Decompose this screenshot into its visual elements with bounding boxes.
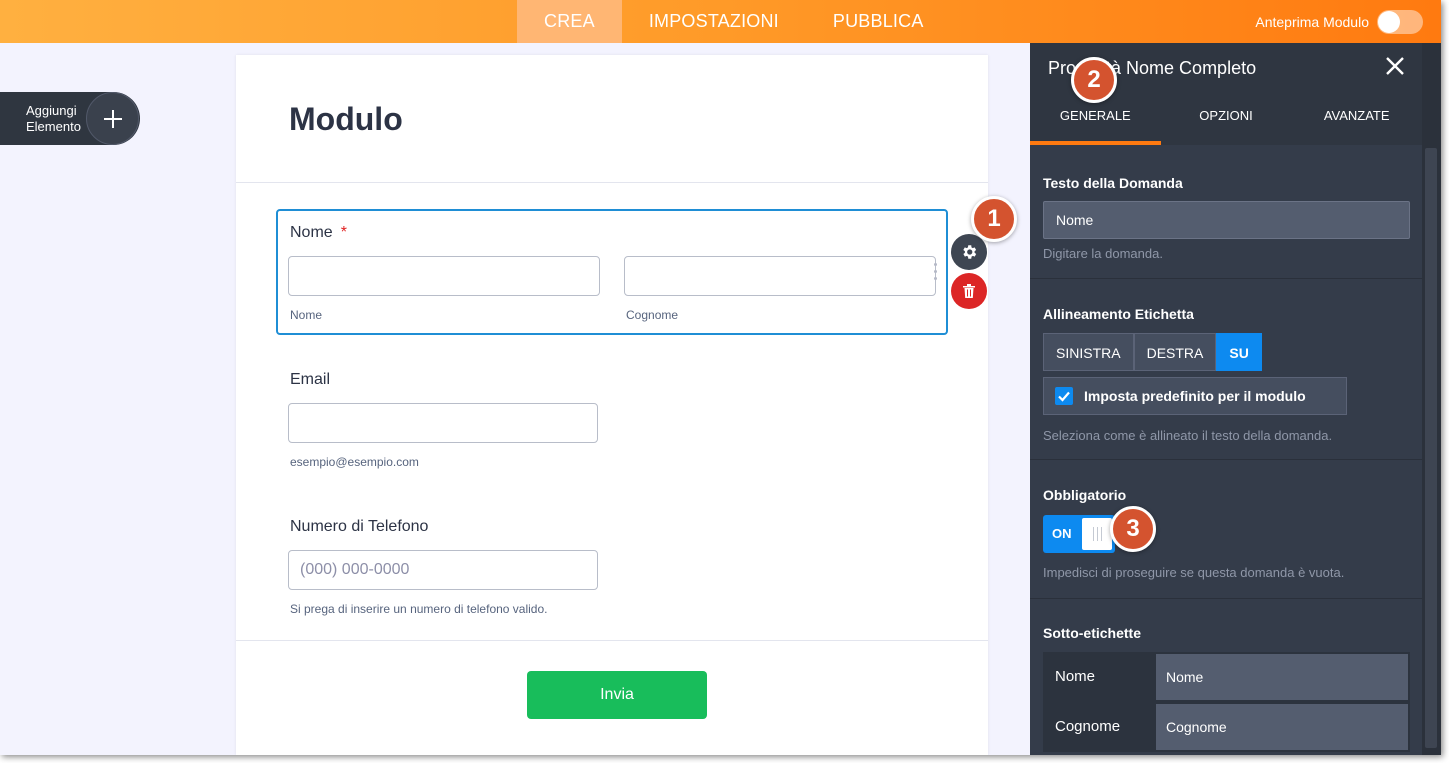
sublabels-table: Nome Nome Cognome Cognome	[1043, 652, 1410, 752]
form-card: Modulo Nome * Nome Cognome Email esempio@…	[236, 55, 988, 755]
default-alignment-label: Imposta predefinito per il modulo	[1084, 388, 1306, 404]
sublabels-section: Sotto-etichette Nome Nome Cognome Cognom…	[1030, 599, 1422, 755]
app-window: CREA IMPOSTAZIONI PUBBLICA Anteprima Mod…	[0, 0, 1441, 755]
panel-scrollbar[interactable]	[1422, 43, 1441, 755]
label-alignment-section: Allineamento Etichetta SINISTRA DESTRA S…	[1030, 279, 1422, 460]
toggle-knob	[1082, 518, 1112, 550]
add-element-label: Aggiungi Elemento	[26, 103, 81, 135]
submit-button[interactable]: Invia	[527, 671, 707, 719]
gear-icon[interactable]	[951, 234, 987, 270]
trash-icon[interactable]	[951, 273, 987, 309]
question-text-input[interactable]: Nome	[1043, 201, 1410, 239]
sublabel-row: Cognome Cognome	[1043, 702, 1410, 752]
toggle-knob	[1378, 10, 1400, 33]
step-badge-3: 3	[1110, 506, 1156, 552]
step-badge-2: 2	[1071, 57, 1117, 103]
label-alignment-title: Allineamento Etichetta	[1043, 306, 1194, 322]
default-alignment-checkbox-row[interactable]: Imposta predefinito per il modulo	[1043, 377, 1347, 415]
last-name-input[interactable]	[624, 256, 936, 296]
add-element-button[interactable]: Aggiungi Elemento	[0, 92, 140, 145]
last-name-sublabel: Cognome	[626, 308, 679, 322]
sublabel-last-input[interactable]: Cognome	[1156, 704, 1408, 750]
question-text-help: Digitare la domanda.	[1043, 246, 1163, 261]
sublabel-key: Cognome	[1055, 718, 1121, 735]
full-name-label[interactable]: Nome *	[290, 224, 347, 242]
step-badge-1: 1	[971, 196, 1017, 242]
properties-panel: Proprietà Nome Completo GENERALE OPZIONI…	[1030, 43, 1422, 755]
required-toggle[interactable]: ON	[1043, 515, 1115, 553]
required-help: Impedisci di proseguire se questa domand…	[1043, 565, 1345, 580]
preview-toggle[interactable]	[1377, 9, 1423, 34]
align-right-button[interactable]: DESTRA	[1133, 333, 1217, 371]
label-alignment-help: Seleziona come è allineato il testo dell…	[1043, 428, 1333, 443]
sublabel-first-input[interactable]: Nome	[1156, 654, 1408, 700]
close-icon[interactable]	[1382, 53, 1408, 79]
email-input[interactable]	[288, 403, 598, 443]
tab-opzioni[interactable]: OPZIONI	[1161, 91, 1292, 145]
tab-crea[interactable]: CREA	[517, 0, 622, 43]
plus-icon	[86, 92, 139, 145]
sublabel-key: Nome	[1055, 668, 1096, 685]
form-title[interactable]: Modulo	[289, 101, 403, 138]
question-text-section: Testo della Domanda Nome Digitare la dom…	[1030, 148, 1422, 279]
align-top-button[interactable]: SU	[1216, 333, 1262, 371]
drag-handle-icon[interactable]	[934, 263, 940, 287]
preview-label: Anteprima Modulo	[1255, 13, 1369, 30]
first-name-sublabel: Nome	[290, 308, 323, 322]
sublabels-title: Sotto-etichette	[1043, 625, 1141, 641]
top-bar: CREA IMPOSTAZIONI PUBBLICA Anteprima Mod…	[0, 0, 1441, 43]
tab-avanzate[interactable]: AVANZATE	[1291, 91, 1422, 145]
add-element-label-line2: Elemento	[26, 119, 81, 134]
phone-placeholder: (000) 000-0000	[300, 561, 410, 578]
align-left-button[interactable]: SINISTRA	[1043, 333, 1134, 371]
full-name-label-text: Nome	[290, 224, 333, 241]
preview-control: Anteprima Modulo	[1255, 0, 1423, 43]
sublabel-row: Nome Nome	[1043, 652, 1410, 702]
scrollbar-thumb[interactable]	[1425, 148, 1437, 748]
header-divider	[236, 182, 988, 183]
required-section: Obbligatorio ON Impedisci di proseguire …	[1030, 460, 1422, 599]
tab-pubblica[interactable]: PUBBLICA	[806, 0, 951, 43]
phone-label[interactable]: Numero di Telefono	[290, 518, 428, 536]
first-name-input[interactable]	[288, 256, 600, 296]
required-mark: *	[340, 224, 347, 241]
question-text-title: Testo della Domanda	[1043, 175, 1183, 191]
email-label[interactable]: Email	[290, 371, 330, 389]
footer-divider	[236, 640, 988, 641]
phone-sublabel: Si prega di inserire un numero di telefo…	[290, 602, 548, 616]
email-sublabel: esempio@esempio.com	[290, 455, 419, 469]
tab-impostazioni[interactable]: IMPOSTAZIONI	[622, 0, 806, 43]
top-nav: CREA IMPOSTAZIONI PUBBLICA	[517, 0, 951, 43]
required-title: Obbligatorio	[1043, 487, 1127, 503]
check-icon[interactable]	[1055, 387, 1073, 405]
required-toggle-label: ON	[1052, 526, 1072, 541]
add-element-label-line1: Aggiungi	[26, 103, 77, 118]
phone-input[interactable]: (000) 000-0000	[288, 550, 598, 590]
alignment-segmented-control: SINISTRA DESTRA SU	[1043, 333, 1262, 371]
